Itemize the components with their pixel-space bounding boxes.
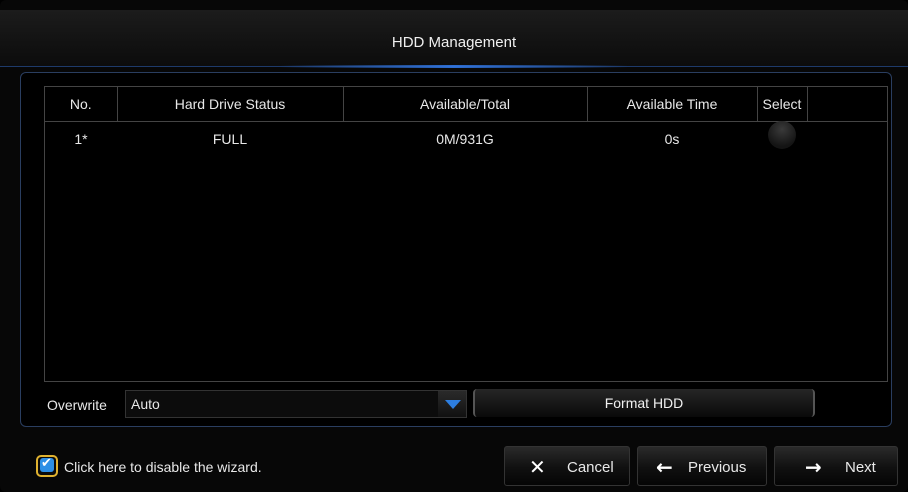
window-title: HDD Management [391, 34, 517, 51]
disable-wizard-label[interactable]: Click here to disable the wizard. [64, 459, 262, 475]
hdd-panel: No. Hard Drive Status Available/Total Av… [20, 72, 892, 427]
arrow-left-icon: ← [656, 455, 673, 479]
select-radio[interactable] [768, 121, 796, 149]
cell-available-total: 0M/931G [436, 131, 494, 147]
next-label: Next [845, 459, 876, 476]
cell-status: FULL [212, 131, 248, 147]
cell-select [757, 121, 807, 157]
table-header-row: No. Hard Drive Status Available/Total Av… [45, 87, 887, 122]
column-header-no: No. [45, 87, 118, 122]
close-icon: ✕ [529, 455, 546, 479]
hdd-table: No. Hard Drive Status Available/Total Av… [45, 87, 887, 156]
dropdown-arrow-icon[interactable] [438, 391, 466, 417]
column-header-available-time: Available Time [587, 87, 758, 122]
cancel-label: Cancel [567, 459, 614, 476]
cancel-button[interactable]: ✕ Cancel [504, 446, 630, 486]
previous-button[interactable]: ← Previous [637, 446, 767, 486]
cell-available-time: 0s [664, 131, 680, 147]
column-header-blank [807, 87, 887, 122]
previous-label: Previous [688, 459, 747, 476]
column-header-available-total: Available/Total [343, 87, 588, 122]
column-header-select: Select [757, 87, 808, 122]
disable-wizard-checkbox[interactable] [36, 455, 58, 477]
arrow-right-icon: → [805, 455, 822, 479]
overwrite-value: Auto [131, 396, 160, 412]
title-bar: HDD Management [0, 10, 908, 68]
column-header-status: Hard Drive Status [117, 87, 344, 122]
next-button[interactable]: → Next [774, 446, 898, 486]
format-hdd-button[interactable]: Format HDD [473, 389, 815, 417]
table-row[interactable]: 1* FULL 0M/931G 0s [45, 121, 887, 157]
checkmark-icon [40, 456, 54, 472]
cell-no: 1* [74, 131, 88, 147]
overwrite-label: Overwrite [47, 397, 107, 413]
hdd-management-window: HDD Management No. Hard Drive Status Ava… [0, 0, 908, 492]
hdd-table-container: No. Hard Drive Status Available/Total Av… [44, 86, 888, 382]
overwrite-select[interactable]: Auto [125, 390, 467, 418]
title-underline [280, 65, 628, 68]
